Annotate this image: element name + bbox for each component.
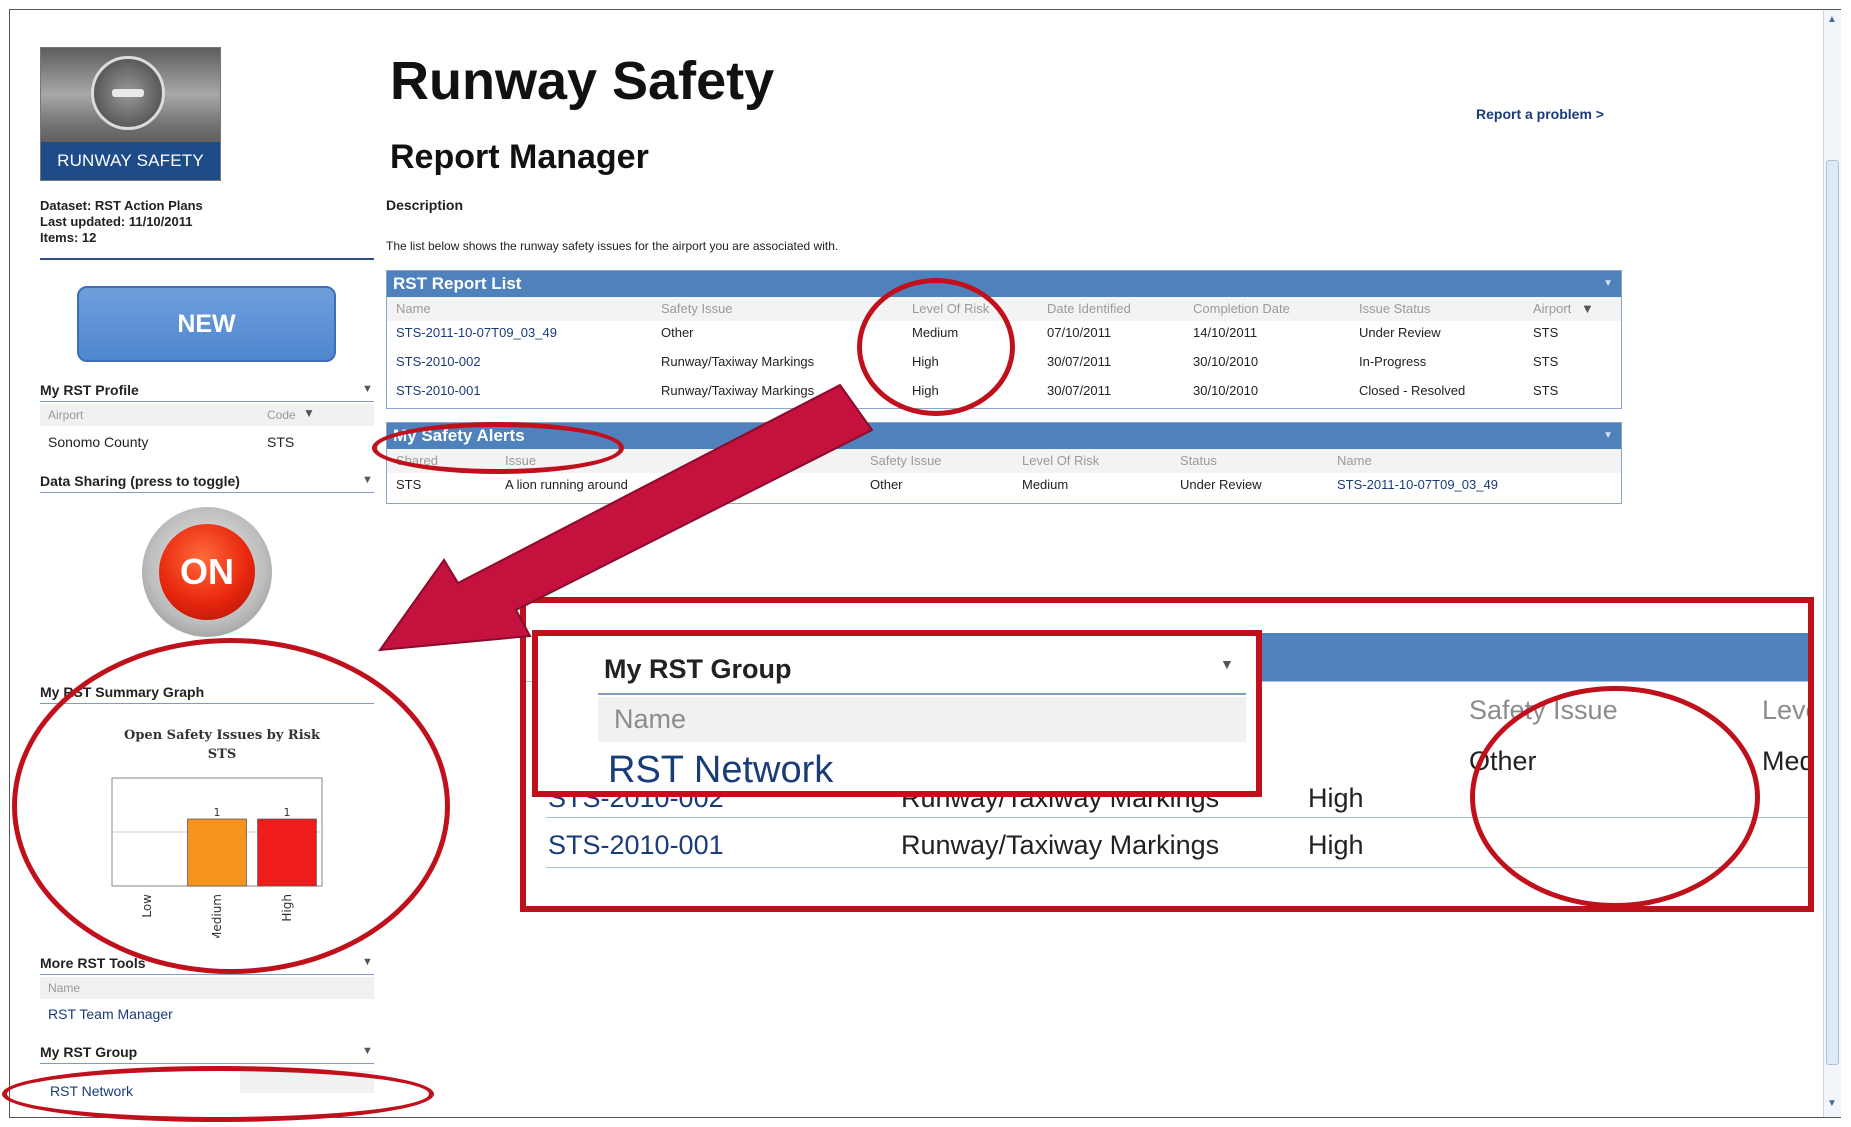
annotation-arrow <box>377 383 874 652</box>
arrow-shape <box>377 383 874 652</box>
